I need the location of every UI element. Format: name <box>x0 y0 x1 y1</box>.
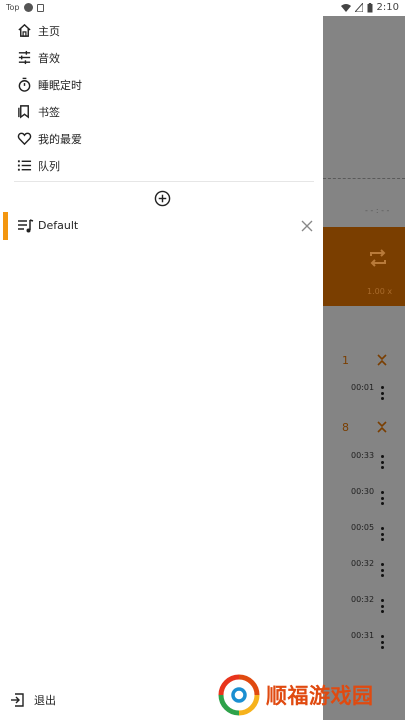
watermark: 顺福游戏园 <box>218 674 374 716</box>
equalizer-icon <box>15 49 33 67</box>
signal-icon <box>354 3 363 12</box>
more-options-icon[interactable] <box>380 491 384 505</box>
menu-item-home[interactable]: 主页 <box>0 17 323 44</box>
drawer-scrim[interactable]: - - : - - 1.00 x 1 00:01 8 00:33 00:30 0… <box>323 16 405 720</box>
timer-icon <box>15 76 33 94</box>
playlist-icon <box>18 219 34 233</box>
track-time: 00:31 <box>351 631 375 640</box>
wifi-icon <box>340 4 351 12</box>
status-bar: Top 2:10 <box>0 0 405 16</box>
home-icon <box>15 22 33 40</box>
logout-icon <box>11 693 24 707</box>
group-number: 1 <box>342 354 349 367</box>
watermark-logo-icon <box>218 674 260 716</box>
menu-label-home: 主页 <box>38 24 60 38</box>
battery-icon <box>367 2 373 12</box>
repeat-icon[interactable] <box>367 247 389 269</box>
menu-label-favorites: 我的最爱 <box>38 132 82 146</box>
playlist-label: Default <box>38 219 79 232</box>
menu-item-bookmarks[interactable]: 书签 <box>0 98 323 125</box>
more-options-icon[interactable] <box>380 386 384 400</box>
menu-item-favorites[interactable]: 我的最爱 <box>0 125 323 152</box>
more-options-icon[interactable] <box>380 527 384 541</box>
navigation-drawer: 主页 音效 睡眠定时 书签 我的最爱 队列 Default 退出 <box>0 16 323 720</box>
more-options-icon[interactable] <box>380 599 384 613</box>
group-number: 8 <box>342 421 349 434</box>
progress-line <box>323 178 405 179</box>
track-time: 00:05 <box>351 523 375 532</box>
menu-label-queue: 队列 <box>38 159 60 173</box>
close-icon[interactable] <box>300 219 314 233</box>
menu-label-bookmarks: 书签 <box>38 105 60 119</box>
status-left: Top <box>6 3 44 12</box>
expand-collapse-icon[interactable] <box>376 419 388 435</box>
watermark-text: 顺福游戏园 <box>266 684 374 708</box>
more-options-icon[interactable] <box>380 455 384 469</box>
menu-divider <box>14 181 314 182</box>
playback-speed: 1.00 x <box>367 287 393 296</box>
track-time: 00:30 <box>351 487 375 496</box>
player-controls-panel: 1.00 x <box>323 227 405 306</box>
menu-item-queue[interactable]: 队列 <box>0 152 323 179</box>
track-time: 00:32 <box>351 559 375 568</box>
menu-label-sleep-timer: 睡眠定时 <box>38 78 82 92</box>
notification-icon-2 <box>36 3 44 12</box>
more-options-icon[interactable] <box>380 563 384 577</box>
menu-label-equalizer: 音效 <box>38 51 60 65</box>
logout-button[interactable]: 退出 <box>10 692 56 708</box>
playlist-item-default[interactable]: Default <box>0 212 323 240</box>
track-time: 00:33 <box>351 451 375 460</box>
menu-item-equalizer[interactable]: 音效 <box>0 44 323 71</box>
heart-icon <box>15 130 33 148</box>
status-right: 2:10 <box>340 2 399 13</box>
logout-label: 退出 <box>34 694 56 707</box>
track-time: 00:32 <box>351 595 375 604</box>
more-options-icon[interactable] <box>380 635 384 649</box>
time-placeholder: - - : - - <box>365 206 390 215</box>
queue-icon <box>15 157 33 175</box>
carrier-text: Top <box>6 3 20 12</box>
clock-text: 2:10 <box>376 2 399 13</box>
bookmark-icon <box>15 103 33 121</box>
notification-icon <box>23 3 33 12</box>
expand-collapse-icon[interactable] <box>376 352 388 368</box>
track-time: 00:01 <box>351 383 375 392</box>
add-playlist-button[interactable] <box>154 190 171 207</box>
menu-item-sleep-timer[interactable]: 睡眠定时 <box>0 71 323 98</box>
selected-indicator <box>3 212 8 240</box>
